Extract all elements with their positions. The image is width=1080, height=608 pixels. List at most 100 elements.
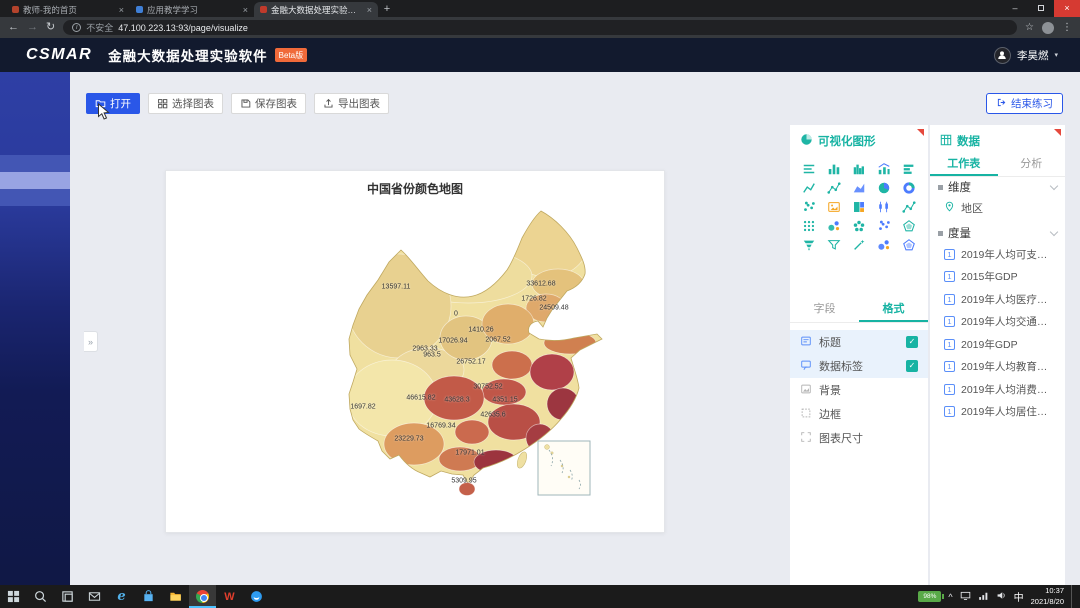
format-row[interactable]: 数据标签✓ xyxy=(790,354,928,378)
network-icon[interactable] xyxy=(978,588,989,606)
measure-item[interactable]: 12019年人均教育支出 xyxy=(930,356,1065,379)
table-chart-icon[interactable] xyxy=(796,159,821,178)
line-scatter-chart-icon[interactable] xyxy=(897,197,922,216)
browser-tab[interactable]: 金融大数据处理实验软件× xyxy=(254,2,378,17)
sidebar-expander[interactable]: » xyxy=(84,331,98,352)
maximize-button[interactable] xyxy=(1028,0,1054,17)
browser-tab[interactable]: 应用教学学习× xyxy=(130,2,254,17)
minimize-button[interactable]: – xyxy=(1002,0,1028,17)
volume-icon[interactable] xyxy=(996,588,1007,606)
format-row[interactable]: 背景 xyxy=(790,378,928,402)
histogram-icon[interactable] xyxy=(846,159,871,178)
format-row[interactable]: 边框 xyxy=(790,402,928,426)
panel-collapse-marker[interactable] xyxy=(917,129,924,136)
search-taskbar-icon[interactable] xyxy=(27,585,54,608)
measure-item[interactable]: 12019年人均可支配收入 xyxy=(930,243,1065,266)
tab-format[interactable]: 格式 xyxy=(859,297,928,322)
dot-matrix-chart-icon[interactable] xyxy=(796,216,821,235)
funnel-chart-icon[interactable] xyxy=(796,235,821,254)
chrome-taskbar-icon[interactable] xyxy=(189,585,216,608)
measure-item[interactable]: 12019年人均居住支出 xyxy=(930,401,1065,424)
tab-close-icon[interactable]: × xyxy=(243,5,248,15)
bubble-chart-icon[interactable] xyxy=(821,216,846,235)
area-chart-icon[interactable] xyxy=(846,178,871,197)
reload-button[interactable]: ↻ xyxy=(46,22,55,33)
task-view-taskbar-icon[interactable] xyxy=(54,585,81,608)
close-button[interactable]: × xyxy=(1054,0,1080,17)
panel-collapse-marker[interactable] xyxy=(1054,129,1061,136)
export-button[interactable]: 导出图表 xyxy=(314,93,389,114)
china-choropleth-map[interactable]: 13597.1133612.681726.8224509.4801410.261… xyxy=(166,198,666,528)
browser-menu-icon[interactable]: ⋮ xyxy=(1062,22,1072,33)
dimensions-header[interactable]: 维度 xyxy=(930,177,1065,197)
mail-taskbar-icon[interactable] xyxy=(81,585,108,608)
info-icon[interactable]: i xyxy=(72,23,81,32)
scatter-chart-icon[interactable] xyxy=(796,197,821,216)
radar-chart-icon[interactable] xyxy=(897,216,922,235)
format-row[interactable]: 标题✓ xyxy=(790,330,928,354)
filter-funnel-icon[interactable] xyxy=(821,235,846,254)
treemap-chart-icon[interactable] xyxy=(846,197,871,216)
nav-item[interactable] xyxy=(0,189,70,206)
tab-close-icon[interactable]: × xyxy=(367,5,372,15)
folder-open-button[interactable]: 打开 xyxy=(86,93,140,114)
rose-chart-icon[interactable] xyxy=(846,216,871,235)
tray-expand-icon[interactable]: ^ xyxy=(948,592,952,602)
picture-chart-icon[interactable] xyxy=(821,197,846,216)
tab-worksheet[interactable]: 工作表 xyxy=(930,153,998,176)
ime-indicator[interactable]: 中 xyxy=(1014,589,1024,604)
candlestick-chart-icon[interactable] xyxy=(872,197,897,216)
edge-taskbar-icon[interactable]: e xyxy=(108,585,135,608)
line-chart-icon[interactable] xyxy=(796,178,821,197)
tab-analysis[interactable]: 分析 xyxy=(998,153,1066,176)
measure-item[interactable]: 12015年GDP xyxy=(930,266,1065,289)
file-explorer-taskbar-icon[interactable] xyxy=(162,585,189,608)
nav-item[interactable] xyxy=(0,155,70,172)
viz-panel-header[interactable]: 可视化图形 xyxy=(800,133,876,149)
messaging-taskbar-icon[interactable] xyxy=(243,585,270,608)
wand-icon[interactable] xyxy=(846,235,871,254)
user-menu[interactable]: 李昊燃 ▾ xyxy=(994,47,1058,64)
measure-item[interactable]: 12019年人均消费支出 xyxy=(930,378,1065,401)
taskbar-clock[interactable]: 10:37 2021/8/20 xyxy=(1031,586,1064,606)
donut-chart-icon[interactable] xyxy=(897,178,922,197)
show-desktop-button[interactable] xyxy=(1071,585,1076,608)
back-button[interactable]: ← xyxy=(8,22,19,33)
measures-header[interactable]: 度量 xyxy=(930,223,1065,243)
nav-item-active[interactable] xyxy=(0,172,70,189)
checkbox-checked[interactable]: ✓ xyxy=(906,360,918,372)
chevron-down-icon[interactable] xyxy=(1050,227,1058,235)
polygon-chart-icon[interactable] xyxy=(897,235,922,254)
format-row[interactable]: 图表尺寸 xyxy=(790,426,928,450)
measure-item[interactable]: 12019年人均医疗支出 xyxy=(930,288,1065,311)
data-panel-header[interactable]: 数据 xyxy=(940,133,980,149)
start-taskbar-icon[interactable] xyxy=(0,585,27,608)
store-taskbar-icon[interactable] xyxy=(135,585,162,608)
bar-chart-icon[interactable] xyxy=(821,159,846,178)
checkbox-checked[interactable]: ✓ xyxy=(906,336,918,348)
tab-close-icon[interactable]: × xyxy=(119,5,124,15)
browser-tab[interactable]: 教师-我的首页× xyxy=(6,2,130,17)
step-line-chart-icon[interactable] xyxy=(821,178,846,197)
address-input[interactable]: i 不安全 47.100.223.13:93/page/visualize xyxy=(63,20,1017,35)
chevron-down-icon[interactable] xyxy=(1050,181,1058,189)
save-button[interactable]: 保存图表 xyxy=(231,93,306,114)
forward-button[interactable]: → xyxy=(27,22,38,33)
chart-canvas[interactable]: 中国省份颜色地图 xyxy=(165,170,665,533)
battery-icon[interactable]: 98% xyxy=(918,591,941,602)
scatter-blue-chart-icon[interactable] xyxy=(872,216,897,235)
bookmark-star-icon[interactable]: ☆ xyxy=(1025,22,1034,33)
end-practice-button[interactable]: 结束练习 xyxy=(986,93,1063,114)
tab-fields[interactable]: 字段 xyxy=(790,297,859,322)
horizontal-bar-chart-icon[interactable] xyxy=(897,159,922,178)
pie-chart-icon[interactable] xyxy=(872,178,897,197)
measure-item[interactable]: 12019年GDP xyxy=(930,333,1065,356)
display-icon[interactable] xyxy=(960,588,971,606)
measure-item[interactable]: 12019年人均交通通信… xyxy=(930,311,1065,334)
bar-line-chart-icon[interactable] xyxy=(872,159,897,178)
wps-taskbar-icon[interactable]: W xyxy=(216,585,243,608)
bubble-cluster-icon[interactable] xyxy=(872,235,897,254)
select-chart-button[interactable]: 选择图表 xyxy=(148,93,223,114)
new-tab-button[interactable]: + xyxy=(378,2,396,17)
dimension-item-region[interactable]: 地区 xyxy=(930,197,1065,219)
